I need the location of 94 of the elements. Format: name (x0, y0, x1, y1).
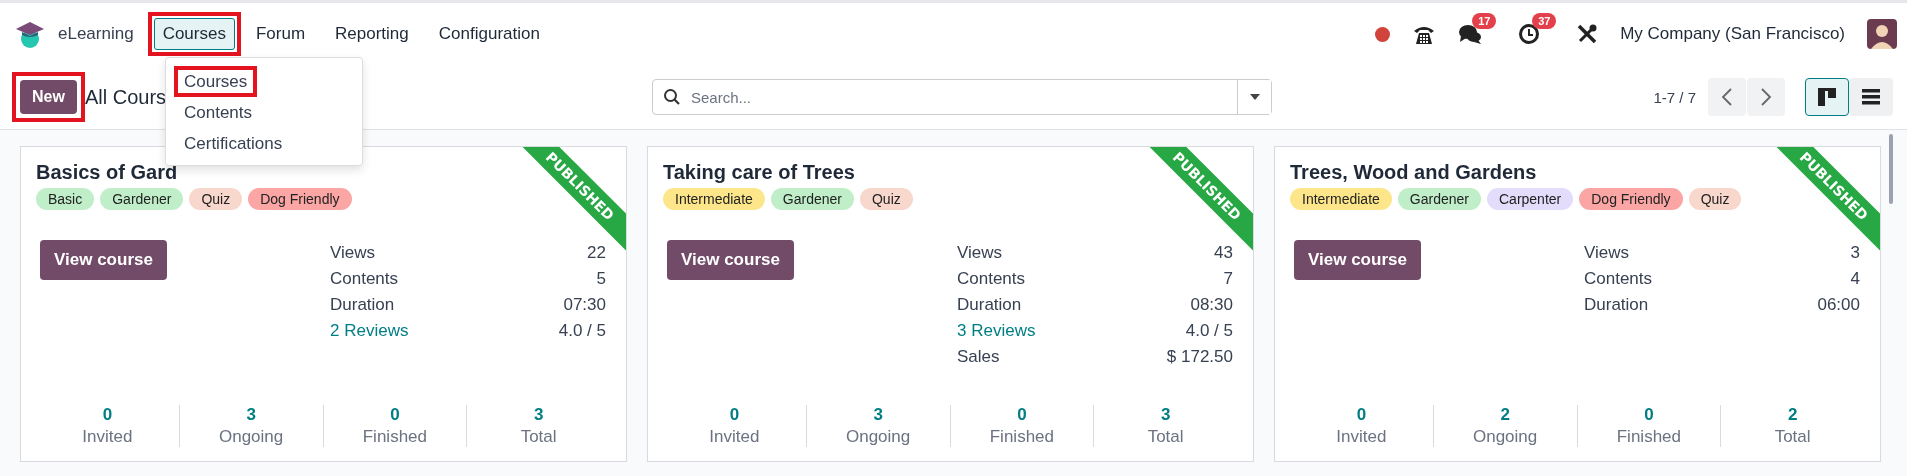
notification-badge: 17 (1472, 13, 1497, 29)
chevron-left-icon (1721, 88, 1733, 106)
stat-label: Contents (330, 268, 399, 290)
dropdown-item[interactable]: Courses (184, 70, 248, 93)
count-label: Finished (989, 427, 1054, 447)
menu-item[interactable]: Configuration (429, 18, 549, 50)
count-label: Ongoing (846, 427, 911, 447)
stat-label: Contents (1584, 268, 1653, 290)
tag: Gardener (100, 188, 184, 210)
dropdown-item[interactable]: Contents (184, 101, 253, 124)
notification-badge: 37 (1532, 13, 1557, 29)
stat-value: 4.0 / 5 (1185, 320, 1233, 342)
count-value[interactable]: 3 (873, 405, 883, 425)
view-course-button[interactable]: View course (667, 240, 794, 280)
count-label: Total (1774, 427, 1811, 447)
kanban-icon (1818, 88, 1836, 106)
stat-value: 43 (1214, 242, 1233, 264)
list-view-button[interactable] (1849, 78, 1893, 116)
view-course-button[interactable]: View course (40, 240, 167, 280)
chat-icon[interactable] (1458, 23, 1483, 45)
reviews-link[interactable]: 3 Reviews (957, 318, 1036, 344)
count-label: Invited (82, 427, 133, 447)
tag: Carpenter (1487, 188, 1574, 210)
list-icon (1862, 89, 1880, 105)
count-label: Finished (1616, 427, 1681, 447)
stat-label: Duration (330, 294, 395, 316)
stat-label: Duration (957, 294, 1022, 316)
stat-value: 4 (1850, 268, 1860, 290)
stat-label: Contents (957, 268, 1026, 290)
stat-value: 7 (1223, 268, 1233, 290)
count-label: Invited (709, 427, 760, 447)
app-name[interactable]: eLearning (58, 24, 134, 44)
tag: Intermediate (1290, 188, 1392, 210)
pager-value[interactable]: 1-7 / 7 (1653, 88, 1696, 106)
tag: Basic (36, 188, 95, 210)
tag: Gardener (1397, 188, 1481, 210)
count-value[interactable]: 0 (1644, 405, 1654, 425)
search-icon (663, 88, 681, 106)
count-value[interactable]: 0 (102, 405, 113, 425)
count-label: Ongoing (1473, 427, 1538, 447)
stat-label: Duration (1584, 294, 1649, 316)
scrollbar[interactable] (1889, 134, 1893, 204)
company-name[interactable]: My Company (San Francisco) (1620, 24, 1845, 44)
tag: Gardener (770, 188, 854, 210)
tag: Dog Friendly (248, 188, 352, 210)
tag: Quiz (1688, 188, 1742, 210)
reviews-link[interactable]: 2 Reviews (330, 318, 409, 344)
tag: Dog Friendly (1579, 188, 1683, 210)
caret-icon (1248, 93, 1261, 101)
menu-item[interactable]: Reporting (326, 18, 418, 50)
count-value[interactable]: 3 (246, 405, 256, 425)
new-button[interactable]: New (20, 80, 77, 114)
previous-button[interactable] (1708, 78, 1746, 116)
stat-label: Sales (957, 346, 1000, 368)
count-label: Invited (1336, 427, 1387, 447)
count-value[interactable]: 0 (729, 405, 740, 425)
count-value[interactable]: 2 (1500, 405, 1510, 425)
tag: Quiz (860, 188, 913, 210)
page-title: All Cours (84, 85, 167, 109)
stat-value: 5 (596, 268, 606, 290)
search-bar[interactable]: Search... (652, 79, 1272, 115)
search-options-button[interactable] (1237, 80, 1271, 114)
avatar-icon[interactable] (1867, 19, 1897, 49)
chevron-right-icon (1760, 88, 1772, 106)
count-value[interactable]: 3 (533, 405, 544, 425)
stat-value: 06:00 (1817, 294, 1860, 316)
stat-value: 3 (1850, 242, 1860, 264)
stat-label: Views (1584, 242, 1630, 264)
count-label: Total (1147, 427, 1184, 447)
next-button[interactable] (1747, 78, 1785, 116)
stat-label: Views (957, 242, 1003, 264)
stat-value: $ 172.50 (1166, 346, 1233, 368)
count-value[interactable]: 0 (1356, 405, 1367, 425)
count-label: Finished (362, 427, 427, 447)
view-course-button[interactable]: View course (1294, 240, 1421, 280)
count-value[interactable]: 0 (1017, 405, 1027, 425)
count-label: Total (520, 427, 557, 447)
count-value[interactable]: 3 (1160, 405, 1171, 425)
stat-value: 07:30 (563, 294, 606, 316)
count-value[interactable]: 2 (1787, 405, 1798, 425)
tools-icon[interactable] (1576, 23, 1599, 45)
count-label: Ongoing (219, 427, 284, 447)
stat-label: Views (330, 242, 376, 264)
stat-value: 4.0 / 5 (558, 320, 606, 342)
status-dot-icon[interactable] (1375, 26, 1391, 42)
clock-icon[interactable] (1518, 23, 1541, 45)
stat-value: 08:30 (1190, 294, 1233, 316)
tag: Quiz (189, 188, 243, 210)
menu-item[interactable]: Courses (153, 18, 235, 50)
menu-item[interactable]: Forum (246, 18, 315, 50)
count-value[interactable]: 0 (390, 405, 400, 425)
stat-value: 22 (587, 242, 606, 264)
kanban-view-button[interactable] (1805, 78, 1849, 116)
tag: Intermediate (663, 188, 765, 210)
